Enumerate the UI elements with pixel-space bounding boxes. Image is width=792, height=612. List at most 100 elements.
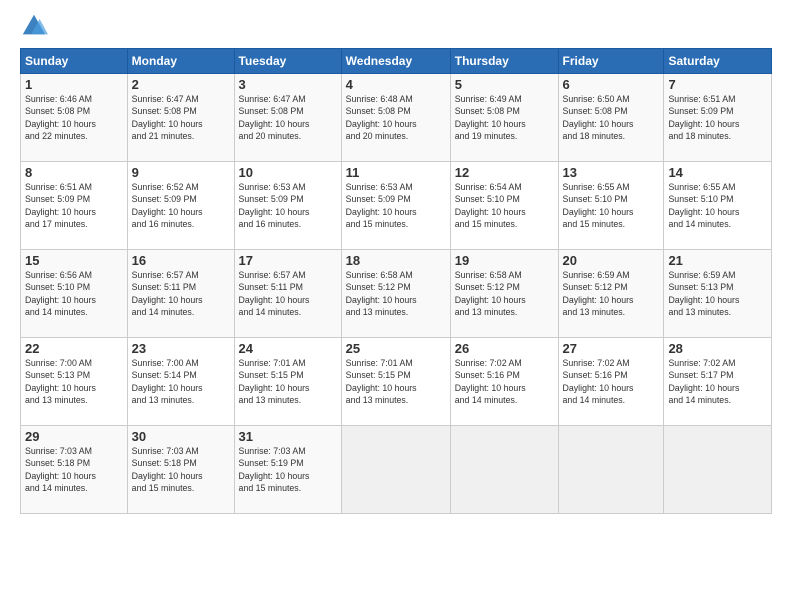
day-number: 17 [239,253,337,268]
day-number: 10 [239,165,337,180]
day-number: 22 [25,341,123,356]
calendar-week: 15Sunrise: 6:56 AM Sunset: 5:10 PM Dayli… [21,250,772,338]
calendar-day: 1Sunrise: 6:46 AM Sunset: 5:08 PM Daylig… [21,74,128,162]
day-number: 12 [455,165,554,180]
day-info: Sunrise: 7:03 AM Sunset: 5:18 PM Dayligh… [25,445,123,494]
calendar-day: 23Sunrise: 7:00 AM Sunset: 5:14 PM Dayli… [127,338,234,426]
day-info: Sunrise: 6:59 AM Sunset: 5:13 PM Dayligh… [668,269,767,318]
day-number: 1 [25,77,123,92]
day-info: Sunrise: 6:50 AM Sunset: 5:08 PM Dayligh… [563,93,660,142]
day-info: Sunrise: 6:46 AM Sunset: 5:08 PM Dayligh… [25,93,123,142]
day-number: 20 [563,253,660,268]
calendar-week: 22Sunrise: 7:00 AM Sunset: 5:13 PM Dayli… [21,338,772,426]
calendar-day: 7Sunrise: 6:51 AM Sunset: 5:09 PM Daylig… [664,74,772,162]
logo-icon [20,12,48,40]
day-info: Sunrise: 6:48 AM Sunset: 5:08 PM Dayligh… [346,93,446,142]
header-row: SundayMondayTuesdayWednesdayThursdayFrid… [21,49,772,74]
calendar-page: SundayMondayTuesdayWednesdayThursdayFrid… [0,0,792,612]
calendar-day: 2Sunrise: 6:47 AM Sunset: 5:08 PM Daylig… [127,74,234,162]
calendar-day: 19Sunrise: 6:58 AM Sunset: 5:12 PM Dayli… [450,250,558,338]
calendar-day: 29Sunrise: 7:03 AM Sunset: 5:18 PM Dayli… [21,426,128,514]
header-day: Monday [127,49,234,74]
day-info: Sunrise: 6:51 AM Sunset: 5:09 PM Dayligh… [25,181,123,230]
day-number: 15 [25,253,123,268]
calendar-day: 9Sunrise: 6:52 AM Sunset: 5:09 PM Daylig… [127,162,234,250]
calendar-table: SundayMondayTuesdayWednesdayThursdayFrid… [20,48,772,514]
calendar-week: 8Sunrise: 6:51 AM Sunset: 5:09 PM Daylig… [21,162,772,250]
calendar-day: 3Sunrise: 6:47 AM Sunset: 5:08 PM Daylig… [234,74,341,162]
day-number: 30 [132,429,230,444]
calendar-day: 10Sunrise: 6:53 AM Sunset: 5:09 PM Dayli… [234,162,341,250]
day-number: 2 [132,77,230,92]
day-number: 19 [455,253,554,268]
calendar-day: 27Sunrise: 7:02 AM Sunset: 5:16 PM Dayli… [558,338,664,426]
calendar-day: 12Sunrise: 6:54 AM Sunset: 5:10 PM Dayli… [450,162,558,250]
day-number: 25 [346,341,446,356]
day-info: Sunrise: 7:01 AM Sunset: 5:15 PM Dayligh… [239,357,337,406]
day-number: 18 [346,253,446,268]
day-info: Sunrise: 6:47 AM Sunset: 5:08 PM Dayligh… [132,93,230,142]
day-info: Sunrise: 7:01 AM Sunset: 5:15 PM Dayligh… [346,357,446,406]
day-info: Sunrise: 7:02 AM Sunset: 5:16 PM Dayligh… [563,357,660,406]
day-number: 9 [132,165,230,180]
day-info: Sunrise: 6:56 AM Sunset: 5:10 PM Dayligh… [25,269,123,318]
day-info: Sunrise: 6:49 AM Sunset: 5:08 PM Dayligh… [455,93,554,142]
day-number: 24 [239,341,337,356]
calendar-day: 5Sunrise: 6:49 AM Sunset: 5:08 PM Daylig… [450,74,558,162]
calendar-day: 11Sunrise: 6:53 AM Sunset: 5:09 PM Dayli… [341,162,450,250]
day-number: 4 [346,77,446,92]
day-info: Sunrise: 6:53 AM Sunset: 5:09 PM Dayligh… [346,181,446,230]
calendar-day: 6Sunrise: 6:50 AM Sunset: 5:08 PM Daylig… [558,74,664,162]
day-number: 28 [668,341,767,356]
calendar-day: 31Sunrise: 7:03 AM Sunset: 5:19 PM Dayli… [234,426,341,514]
calendar-day: 30Sunrise: 7:03 AM Sunset: 5:18 PM Dayli… [127,426,234,514]
calendar-day: 24Sunrise: 7:01 AM Sunset: 5:15 PM Dayli… [234,338,341,426]
day-info: Sunrise: 6:55 AM Sunset: 5:10 PM Dayligh… [563,181,660,230]
header [20,16,772,40]
day-info: Sunrise: 7:02 AM Sunset: 5:16 PM Dayligh… [455,357,554,406]
day-number: 3 [239,77,337,92]
header-day: Saturday [664,49,772,74]
day-info: Sunrise: 6:58 AM Sunset: 5:12 PM Dayligh… [455,269,554,318]
calendar-week: 1Sunrise: 6:46 AM Sunset: 5:08 PM Daylig… [21,74,772,162]
header-day: Thursday [450,49,558,74]
calendar-day: 16Sunrise: 6:57 AM Sunset: 5:11 PM Dayli… [127,250,234,338]
day-number: 5 [455,77,554,92]
calendar-day: 14Sunrise: 6:55 AM Sunset: 5:10 PM Dayli… [664,162,772,250]
day-number: 6 [563,77,660,92]
day-number: 11 [346,165,446,180]
day-info: Sunrise: 6:54 AM Sunset: 5:10 PM Dayligh… [455,181,554,230]
header-day: Wednesday [341,49,450,74]
day-info: Sunrise: 7:00 AM Sunset: 5:13 PM Dayligh… [25,357,123,406]
day-number: 14 [668,165,767,180]
calendar-day: 25Sunrise: 7:01 AM Sunset: 5:15 PM Dayli… [341,338,450,426]
calendar-day: 4Sunrise: 6:48 AM Sunset: 5:08 PM Daylig… [341,74,450,162]
calendar-day: 8Sunrise: 6:51 AM Sunset: 5:09 PM Daylig… [21,162,128,250]
day-info: Sunrise: 7:03 AM Sunset: 5:18 PM Dayligh… [132,445,230,494]
day-number: 8 [25,165,123,180]
day-number: 26 [455,341,554,356]
day-info: Sunrise: 7:02 AM Sunset: 5:17 PM Dayligh… [668,357,767,406]
day-number: 29 [25,429,123,444]
day-number: 23 [132,341,230,356]
calendar-header: SundayMondayTuesdayWednesdayThursdayFrid… [21,49,772,74]
calendar-day: 15Sunrise: 6:56 AM Sunset: 5:10 PM Dayli… [21,250,128,338]
calendar-day: 20Sunrise: 6:59 AM Sunset: 5:12 PM Dayli… [558,250,664,338]
day-info: Sunrise: 6:53 AM Sunset: 5:09 PM Dayligh… [239,181,337,230]
calendar-day: 13Sunrise: 6:55 AM Sunset: 5:10 PM Dayli… [558,162,664,250]
calendar-day: 28Sunrise: 7:02 AM Sunset: 5:17 PM Dayli… [664,338,772,426]
calendar-day [664,426,772,514]
calendar-week: 29Sunrise: 7:03 AM Sunset: 5:18 PM Dayli… [21,426,772,514]
calendar-day: 26Sunrise: 7:02 AM Sunset: 5:16 PM Dayli… [450,338,558,426]
day-info: Sunrise: 6:57 AM Sunset: 5:11 PM Dayligh… [239,269,337,318]
day-info: Sunrise: 7:03 AM Sunset: 5:19 PM Dayligh… [239,445,337,494]
calendar-body: 1Sunrise: 6:46 AM Sunset: 5:08 PM Daylig… [21,74,772,514]
day-info: Sunrise: 7:00 AM Sunset: 5:14 PM Dayligh… [132,357,230,406]
header-day: Sunday [21,49,128,74]
calendar-day [558,426,664,514]
day-info: Sunrise: 6:59 AM Sunset: 5:12 PM Dayligh… [563,269,660,318]
calendar-day [341,426,450,514]
day-number: 27 [563,341,660,356]
calendar-day: 21Sunrise: 6:59 AM Sunset: 5:13 PM Dayli… [664,250,772,338]
day-number: 16 [132,253,230,268]
